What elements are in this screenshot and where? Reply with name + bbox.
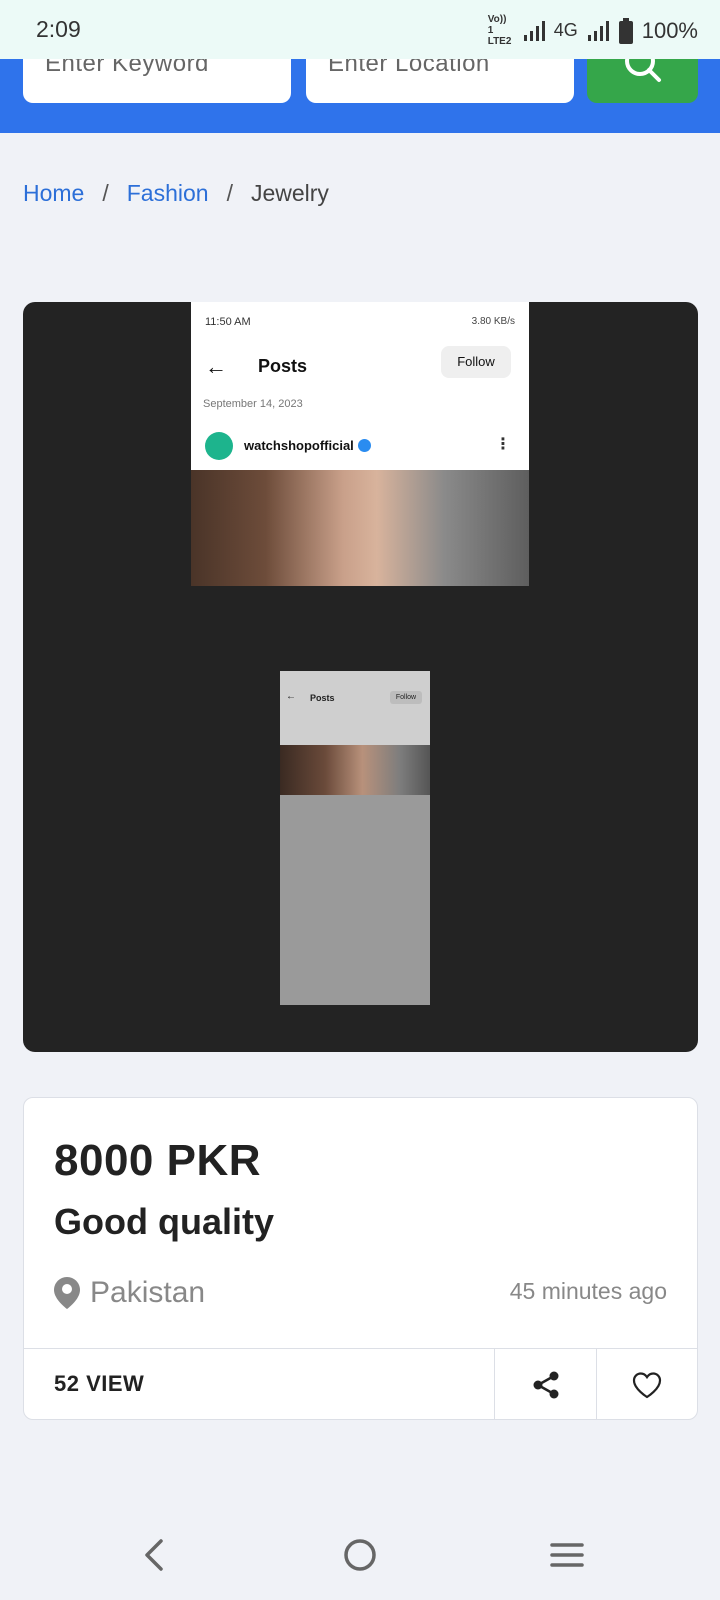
nav-home-button[interactable] xyxy=(330,1530,390,1580)
battery-icon xyxy=(618,17,633,44)
thumbnail-header: ← Posts Follow xyxy=(280,671,430,745)
image-more-icon: ⋮ xyxy=(495,436,511,453)
menu-icon xyxy=(550,1543,584,1567)
share-button[interactable] xyxy=(494,1349,596,1420)
image-follow-label: Follow xyxy=(441,346,511,378)
image-post-date: September 14, 2023 xyxy=(203,398,303,410)
breadcrumb-separator: / xyxy=(102,180,109,206)
image-username: watchshopofficial xyxy=(244,438,371,453)
image-model-photo xyxy=(191,470,529,586)
image-status-time: 11:50 AM xyxy=(205,316,251,328)
breadcrumb-fashion[interactable]: Fashion xyxy=(127,180,209,207)
breadcrumb-home[interactable]: Home xyxy=(23,180,84,207)
image-posts-title: Posts xyxy=(258,356,308,376)
verified-icon xyxy=(357,439,371,452)
breadcrumb-separator: / xyxy=(226,180,233,206)
breadcrumb-current: Jewelry xyxy=(250,180,329,206)
location-pin-icon xyxy=(54,1277,80,1309)
listing-card: 8000 PKR Good quality Pakistan 45 minute… xyxy=(23,1097,698,1420)
nav-back-button[interactable] xyxy=(124,1530,184,1580)
favorite-button[interactable] xyxy=(596,1349,697,1420)
posted-time: 45 minutes ago xyxy=(509,1278,667,1304)
share-icon xyxy=(533,1371,558,1398)
status-bar: 2:09 Vo)) 1 LTE2 4G 100% xyxy=(0,0,720,59)
listing-title: Good quality xyxy=(54,1201,274,1242)
signal-icon-2 xyxy=(587,20,609,41)
image-status-right: 3.80 KB/s xyxy=(471,316,515,327)
listing-price: 8000 PKR xyxy=(54,1136,262,1185)
nav-menu-button[interactable] xyxy=(537,1530,597,1580)
thumbnail-back-icon: ← xyxy=(286,691,296,702)
network-type: 4G xyxy=(553,20,578,40)
battery-level: 100% xyxy=(641,17,698,43)
heart-icon xyxy=(632,1371,662,1398)
volte-label: Vo)) 1 LTE2 xyxy=(487,14,512,47)
status-icons: Vo)) 1 LTE2 4G 100% xyxy=(488,14,698,47)
breadcrumb: Home / Fashion / Jewelry xyxy=(23,180,329,207)
image-avatar xyxy=(205,432,233,460)
image-back-arrow-icon: ← xyxy=(205,354,227,379)
card-footer: 52 VIEW xyxy=(24,1348,697,1420)
view-count: 52 VIEW xyxy=(54,1371,145,1396)
main-image[interactable]: 11:50 AM 3.80 KB/s ← Posts Follow Septem… xyxy=(191,302,529,586)
home-circle-icon xyxy=(344,1539,376,1571)
back-chevron-icon xyxy=(145,1539,163,1571)
thumbnail-title: Posts xyxy=(310,693,335,703)
location-text: Pakistan xyxy=(90,1276,206,1309)
signal-icon xyxy=(523,20,545,41)
listing-location: Pakistan xyxy=(54,1276,205,1310)
thumbnail-photo xyxy=(280,745,430,795)
media-gallery[interactable]: 11:50 AM 3.80 KB/s ← Posts Follow Septem… xyxy=(23,302,698,1052)
thumbnail-image[interactable]: ← Posts Follow xyxy=(280,671,430,1005)
status-time: 2:09 xyxy=(36,16,81,42)
system-nav-bar xyxy=(0,1510,720,1600)
thumbnail-follow: Follow xyxy=(390,691,422,704)
